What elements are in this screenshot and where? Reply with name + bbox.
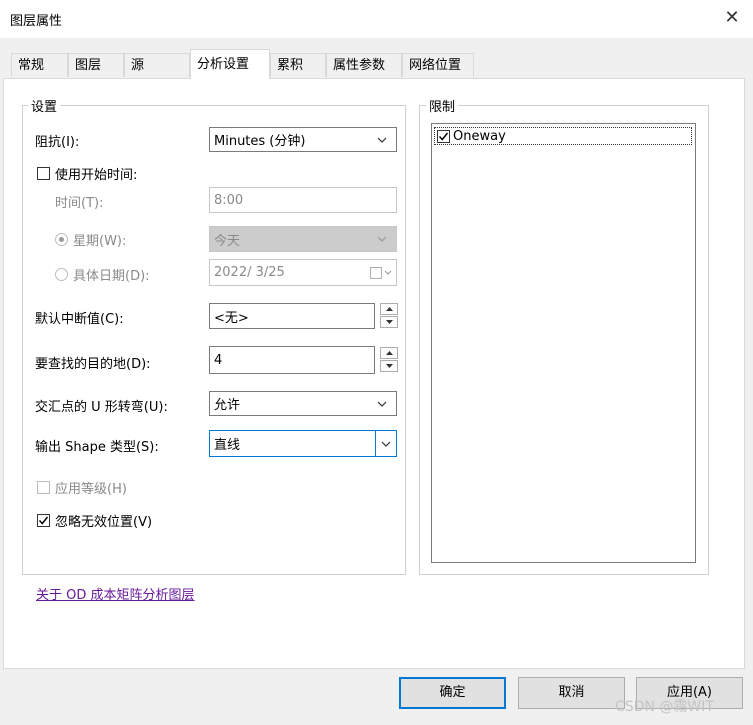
- checkmark-icon[interactable]: [437, 129, 450, 143]
- tab-source[interactable]: 源: [124, 53, 190, 77]
- impedance-value: Minutes (分钟): [214, 134, 306, 149]
- restriction-label: Oneway: [453, 128, 506, 144]
- tab-label: 分析设置: [197, 57, 250, 72]
- settings-group-label: 设置: [28, 96, 61, 115]
- ignore-invalid-checkbox[interactable]: 忽略无效位置(V): [37, 511, 152, 530]
- tab-label: 图层: [75, 58, 102, 73]
- checkmark-icon: [37, 514, 50, 527]
- specific-date-label: 具体日期(D):: [73, 269, 150, 284]
- tab-general[interactable]: 常规: [11, 53, 68, 77]
- time-input[interactable]: 8:00: [209, 187, 397, 213]
- weekday-radio[interactable]: 星期(W):: [55, 230, 126, 249]
- spin-down-icon[interactable]: [380, 316, 398, 328]
- spin-down-icon[interactable]: [380, 360, 398, 372]
- radio-dot: [59, 237, 64, 242]
- tab-analysis-settings[interactable]: 分析设置: [190, 49, 270, 79]
- specific-date-radio[interactable]: 具体日期(D):: [55, 265, 150, 284]
- watermark-text: CSDN @霜WIT: [615, 699, 714, 715]
- tab-label: 网络位置: [409, 58, 462, 73]
- chevron-down-icon: [372, 236, 392, 242]
- default-cutoff-value: <无>: [214, 310, 249, 326]
- use-start-time-label: 使用开始时间:: [55, 168, 138, 183]
- restrictions-group-label: 限制: [426, 96, 459, 115]
- chevron-down-icon: [372, 137, 392, 143]
- tab-layer[interactable]: 图层: [68, 53, 124, 77]
- list-item[interactable]: Oneway: [434, 127, 692, 145]
- chevron-down-icon: [375, 431, 396, 456]
- tab-label: 源: [131, 58, 145, 73]
- tab-label: 常规: [18, 58, 45, 73]
- cancel-button[interactable]: 取消: [518, 677, 625, 709]
- checkbox-box: [37, 481, 50, 494]
- help-link[interactable]: 关于 OD 成本矩阵分析图层: [36, 584, 195, 603]
- close-icon[interactable]: ✕: [718, 4, 746, 32]
- radio-circle: [55, 268, 68, 281]
- spin-up-icon[interactable]: [380, 303, 398, 315]
- destinations-label: 要查找的目的地(D):: [35, 357, 151, 372]
- destinations-input[interactable]: 4: [209, 346, 375, 374]
- uturns-label: 交汇点的 U 形转弯(U):: [35, 400, 168, 415]
- shape-type-value: 直线: [214, 438, 241, 453]
- tab-label: 累积: [277, 58, 304, 73]
- weekday-select[interactable]: 今天: [209, 226, 397, 252]
- restrictions-list[interactable]: Oneway: [431, 123, 696, 563]
- shape-type-label: 输出 Shape 类型(S):: [35, 440, 159, 455]
- tab-attribute-parameters[interactable]: 属性参数: [326, 53, 402, 77]
- default-cutoff-spinner[interactable]: [380, 303, 398, 329]
- shape-type-select[interactable]: 直线: [209, 430, 397, 457]
- destinations-value: 4: [214, 352, 223, 368]
- impedance-select[interactable]: Minutes (分钟): [209, 127, 397, 152]
- impedance-label: 阻抗(I):: [35, 135, 80, 150]
- tab-label: 属性参数: [333, 58, 386, 73]
- weekday-value: 今天: [214, 233, 241, 249]
- use-hierarchy-label: 应用等级(H): [55, 482, 127, 497]
- radio-circle: [55, 233, 68, 246]
- tab-network-locations[interactable]: 网络位置: [402, 53, 474, 77]
- specific-date-value: 2022/ 3/25: [214, 265, 285, 280]
- window-title: 图层属性: [10, 14, 63, 29]
- spin-up-icon[interactable]: [380, 347, 398, 359]
- default-cutoff-input[interactable]: <无>: [209, 303, 375, 329]
- checkbox-box: [37, 167, 50, 180]
- ok-button[interactable]: 确定: [399, 677, 506, 709]
- uturns-value: 允许: [214, 398, 241, 413]
- specific-date-picker[interactable]: 2022/ 3/25: [209, 259, 397, 286]
- title-bar: 图层属性 ✕: [0, 0, 753, 38]
- use-start-time-checkbox[interactable]: 使用开始时间:: [37, 164, 137, 183]
- uturns-select[interactable]: 允许: [209, 391, 397, 416]
- chevron-down-icon: [372, 401, 392, 407]
- time-value: 8:00: [214, 192, 244, 208]
- default-cutoff-label: 默认中断值(C):: [35, 312, 124, 327]
- ignore-invalid-label: 忽略无效位置(V): [55, 515, 153, 530]
- time-label: 时间(T):: [55, 196, 104, 211]
- destinations-spinner[interactable]: [380, 347, 398, 373]
- tab-accumulation[interactable]: 累积: [270, 53, 326, 77]
- calendar-icon: [370, 266, 392, 279]
- weekday-label: 星期(W):: [73, 234, 127, 249]
- use-hierarchy-checkbox[interactable]: 应用等级(H): [37, 478, 127, 497]
